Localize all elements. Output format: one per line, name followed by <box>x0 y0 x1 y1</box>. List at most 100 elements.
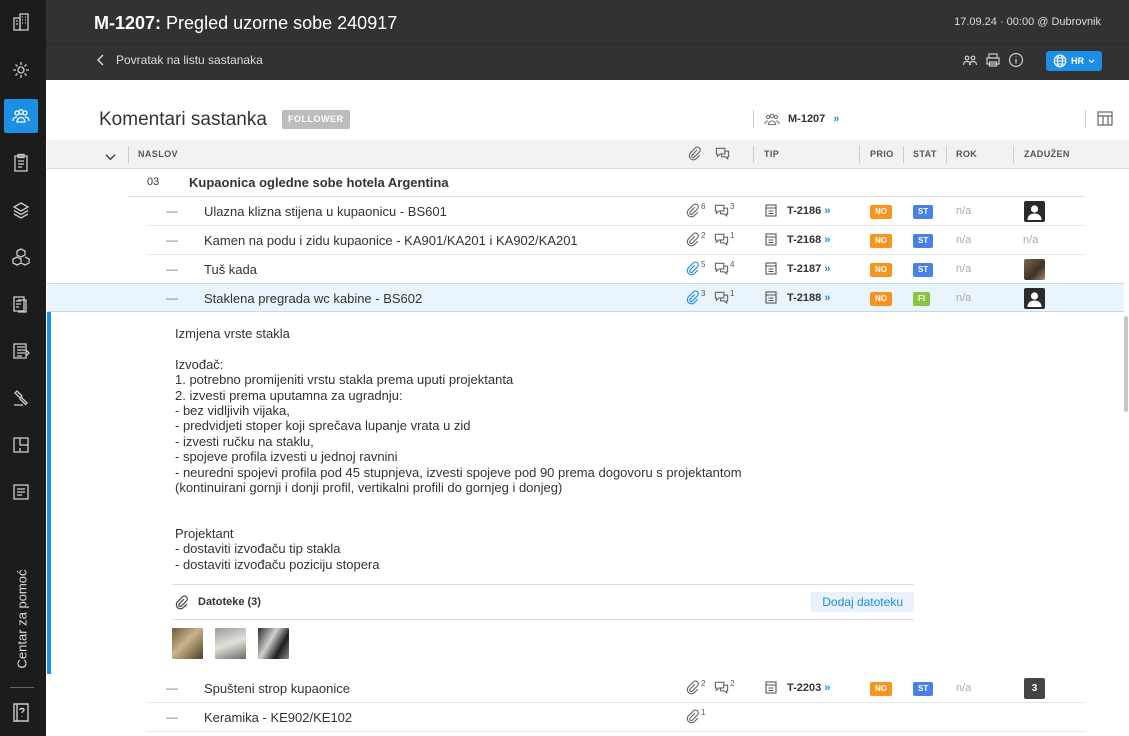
row-dash: — <box>166 710 178 724</box>
status-badge[interactable]: ST <box>913 682 934 696</box>
globe-icon <box>1053 54 1067 68</box>
attachments-count[interactable]: 1 <box>685 709 705 724</box>
assignee-count-badge[interactable]: 3 <box>1024 678 1045 699</box>
row-dash: — <box>166 262 178 276</box>
layers-icon[interactable] <box>4 193 38 227</box>
comments-icon <box>714 262 729 276</box>
paperclip-icon <box>686 203 699 218</box>
ticket-code: T-2187 <box>787 262 822 275</box>
ticket-code: T-2186 <box>787 204 822 217</box>
reports-icon[interactable] <box>4 475 38 509</box>
column-type[interactable]: TIP <box>764 149 779 159</box>
comments-count[interactable]: 1 <box>714 290 734 305</box>
boxes-icon[interactable] <box>4 240 38 274</box>
avatar[interactable] <box>1024 201 1045 222</box>
column-status[interactable]: STAT <box>913 149 937 159</box>
status-badge[interactable]: ST <box>913 263 934 277</box>
description-line: - izvesti ručku na staklu, <box>175 433 314 449</box>
due-date: n/a <box>956 292 972 304</box>
list-report-icon[interactable] <box>4 334 38 368</box>
priority-badge[interactable]: NO <box>870 263 892 277</box>
ticket-code: T-2168 <box>787 233 822 246</box>
info-icon[interactable] <box>1008 52 1024 73</box>
file-thumbnail[interactable] <box>215 628 246 659</box>
ticket-link[interactable]: T-2168 » <box>765 233 830 246</box>
print-icon[interactable] <box>985 52 1001 73</box>
attachments-count[interactable]: 5 <box>685 261 705 276</box>
meeting-reference-link[interactable]: M-1207 » <box>764 112 839 126</box>
help-center-link[interactable]: Centar za pomoć <box>8 560 36 678</box>
attachments-count[interactable]: 2 <box>685 232 705 247</box>
table-row[interactable]: — Ulazna klizna stijena u kupaonicu - BS… <box>147 197 1085 226</box>
attachments-count[interactable]: 3 <box>685 290 705 305</box>
avatar[interactable] <box>1024 259 1045 280</box>
priority-badge[interactable]: NO <box>870 205 892 219</box>
follower-badge: FOLLOWER <box>282 110 350 129</box>
table-row[interactable]: — Keramika - KE902/KE102 1 <box>147 703 1085 732</box>
clipboard-icon[interactable] <box>4 146 38 180</box>
column-title[interactable]: NASLOV <box>138 149 178 159</box>
description-line <box>175 495 742 510</box>
language-selector[interactable]: HR <box>1046 51 1102 71</box>
avatar[interactable] <box>1024 288 1045 309</box>
status-badge[interactable]: FI <box>913 292 931 306</box>
ticket-link[interactable]: T-2186 » <box>765 204 830 217</box>
group-row[interactable]: 03 Kupaonica ogledne sobe hotela Argenti… <box>127 169 1085 197</box>
table-row[interactable]: — Kamen na podu i zidu kupaonice - KA901… <box>147 226 1085 255</box>
comments-number: 1 <box>730 231 735 240</box>
documents-icon[interactable] <box>4 287 38 321</box>
table-row[interactable]: — Tuš kada 5 4 T-2187 » NO ST n/a <box>147 255 1085 284</box>
comments-count[interactable]: 4 <box>714 261 734 276</box>
priority-badge[interactable]: NO <box>870 682 892 696</box>
double-chevron-icon: » <box>824 204 831 217</box>
status-badge[interactable]: ST <box>913 205 934 219</box>
left-rail: Centar za pomoć <box>0 0 46 736</box>
attachments-count[interactable]: 2 <box>685 680 705 695</box>
table-row[interactable]: — Spušteni strop kupaonice 2 2 T-2203 » … <box>147 674 1085 703</box>
attachments-number: 2 <box>701 231 706 240</box>
add-file-button[interactable]: Dodaj datoteku <box>811 592 914 612</box>
comments-count[interactable]: 3 <box>714 203 734 218</box>
back-to-meetings-link[interactable]: Povratak na listu sastanaka <box>96 53 263 67</box>
attachments-number: 1 <box>701 708 706 717</box>
table-row-selected[interactable]: — Staklena pregrada wc kabine - BS602 3 … <box>47 283 1124 312</box>
file-thumbnail[interactable] <box>172 628 203 659</box>
table-header: NASLOV TIP PRIO STAT ROK ZADUŽEN <box>47 140 1129 169</box>
buildings-icon[interactable] <box>4 5 38 39</box>
priority-badge[interactable]: NO <box>870 292 892 306</box>
description-line: - predvidjeti stoper koji sprečava lupan… <box>175 418 471 434</box>
help-book-icon[interactable] <box>10 700 34 724</box>
description-line: - neuredni spojevi profila pod 45 stupnj… <box>175 464 742 480</box>
comments-count[interactable]: 2 <box>714 680 734 695</box>
comment-detail-panel: Izmjena vrste stakla Izvođač: 1. potrebno … <box>47 312 1124 674</box>
ticket-link[interactable]: T-2203 » <box>765 681 830 694</box>
meeting-participants-icon <box>764 113 780 126</box>
collapse-all-icon[interactable] <box>105 148 116 166</box>
row-title: Keramika - KE902/KE102 <box>204 710 353 725</box>
row-title: Kamen na podu i zidu kupaonice - KA901/K… <box>204 233 578 248</box>
row-title: Staklena pregrada wc kabine - BS602 <box>204 291 423 306</box>
column-assignee[interactable]: ZADUŽEN <box>1024 149 1070 159</box>
status-badge[interactable]: ST <box>913 234 934 248</box>
column-priority[interactable]: PRIO <box>870 149 894 159</box>
ticket-link[interactable]: T-2188 » <box>765 291 830 304</box>
ticket-link[interactable]: T-2187 » <box>765 262 830 275</box>
comments-count[interactable]: 1 <box>714 232 734 247</box>
attachments-number: 3 <box>701 289 706 298</box>
meetings-icon[interactable] <box>4 99 38 133</box>
paperclip-icon <box>686 290 699 305</box>
settings-building-icon[interactable] <box>4 53 38 87</box>
file-thumbnail[interactable] <box>258 628 289 659</box>
due-date: n/a <box>956 682 972 694</box>
column-due[interactable]: ROK <box>956 149 977 159</box>
chevron-left-icon <box>97 54 104 66</box>
participants-icon[interactable] <box>962 52 978 73</box>
scrollbar-thumb[interactable] <box>1124 316 1128 412</box>
row-title: Tuš kada <box>204 262 257 277</box>
column-layout-icon[interactable] <box>1097 111 1113 126</box>
hammer-icon[interactable] <box>4 381 38 415</box>
page-title: M-1207: Pregled uzorne sobe 240917 <box>94 13 397 34</box>
priority-badge[interactable]: NO <box>870 234 892 248</box>
attachments-count[interactable]: 6 <box>685 203 705 218</box>
floorplan-icon[interactable] <box>4 428 38 462</box>
